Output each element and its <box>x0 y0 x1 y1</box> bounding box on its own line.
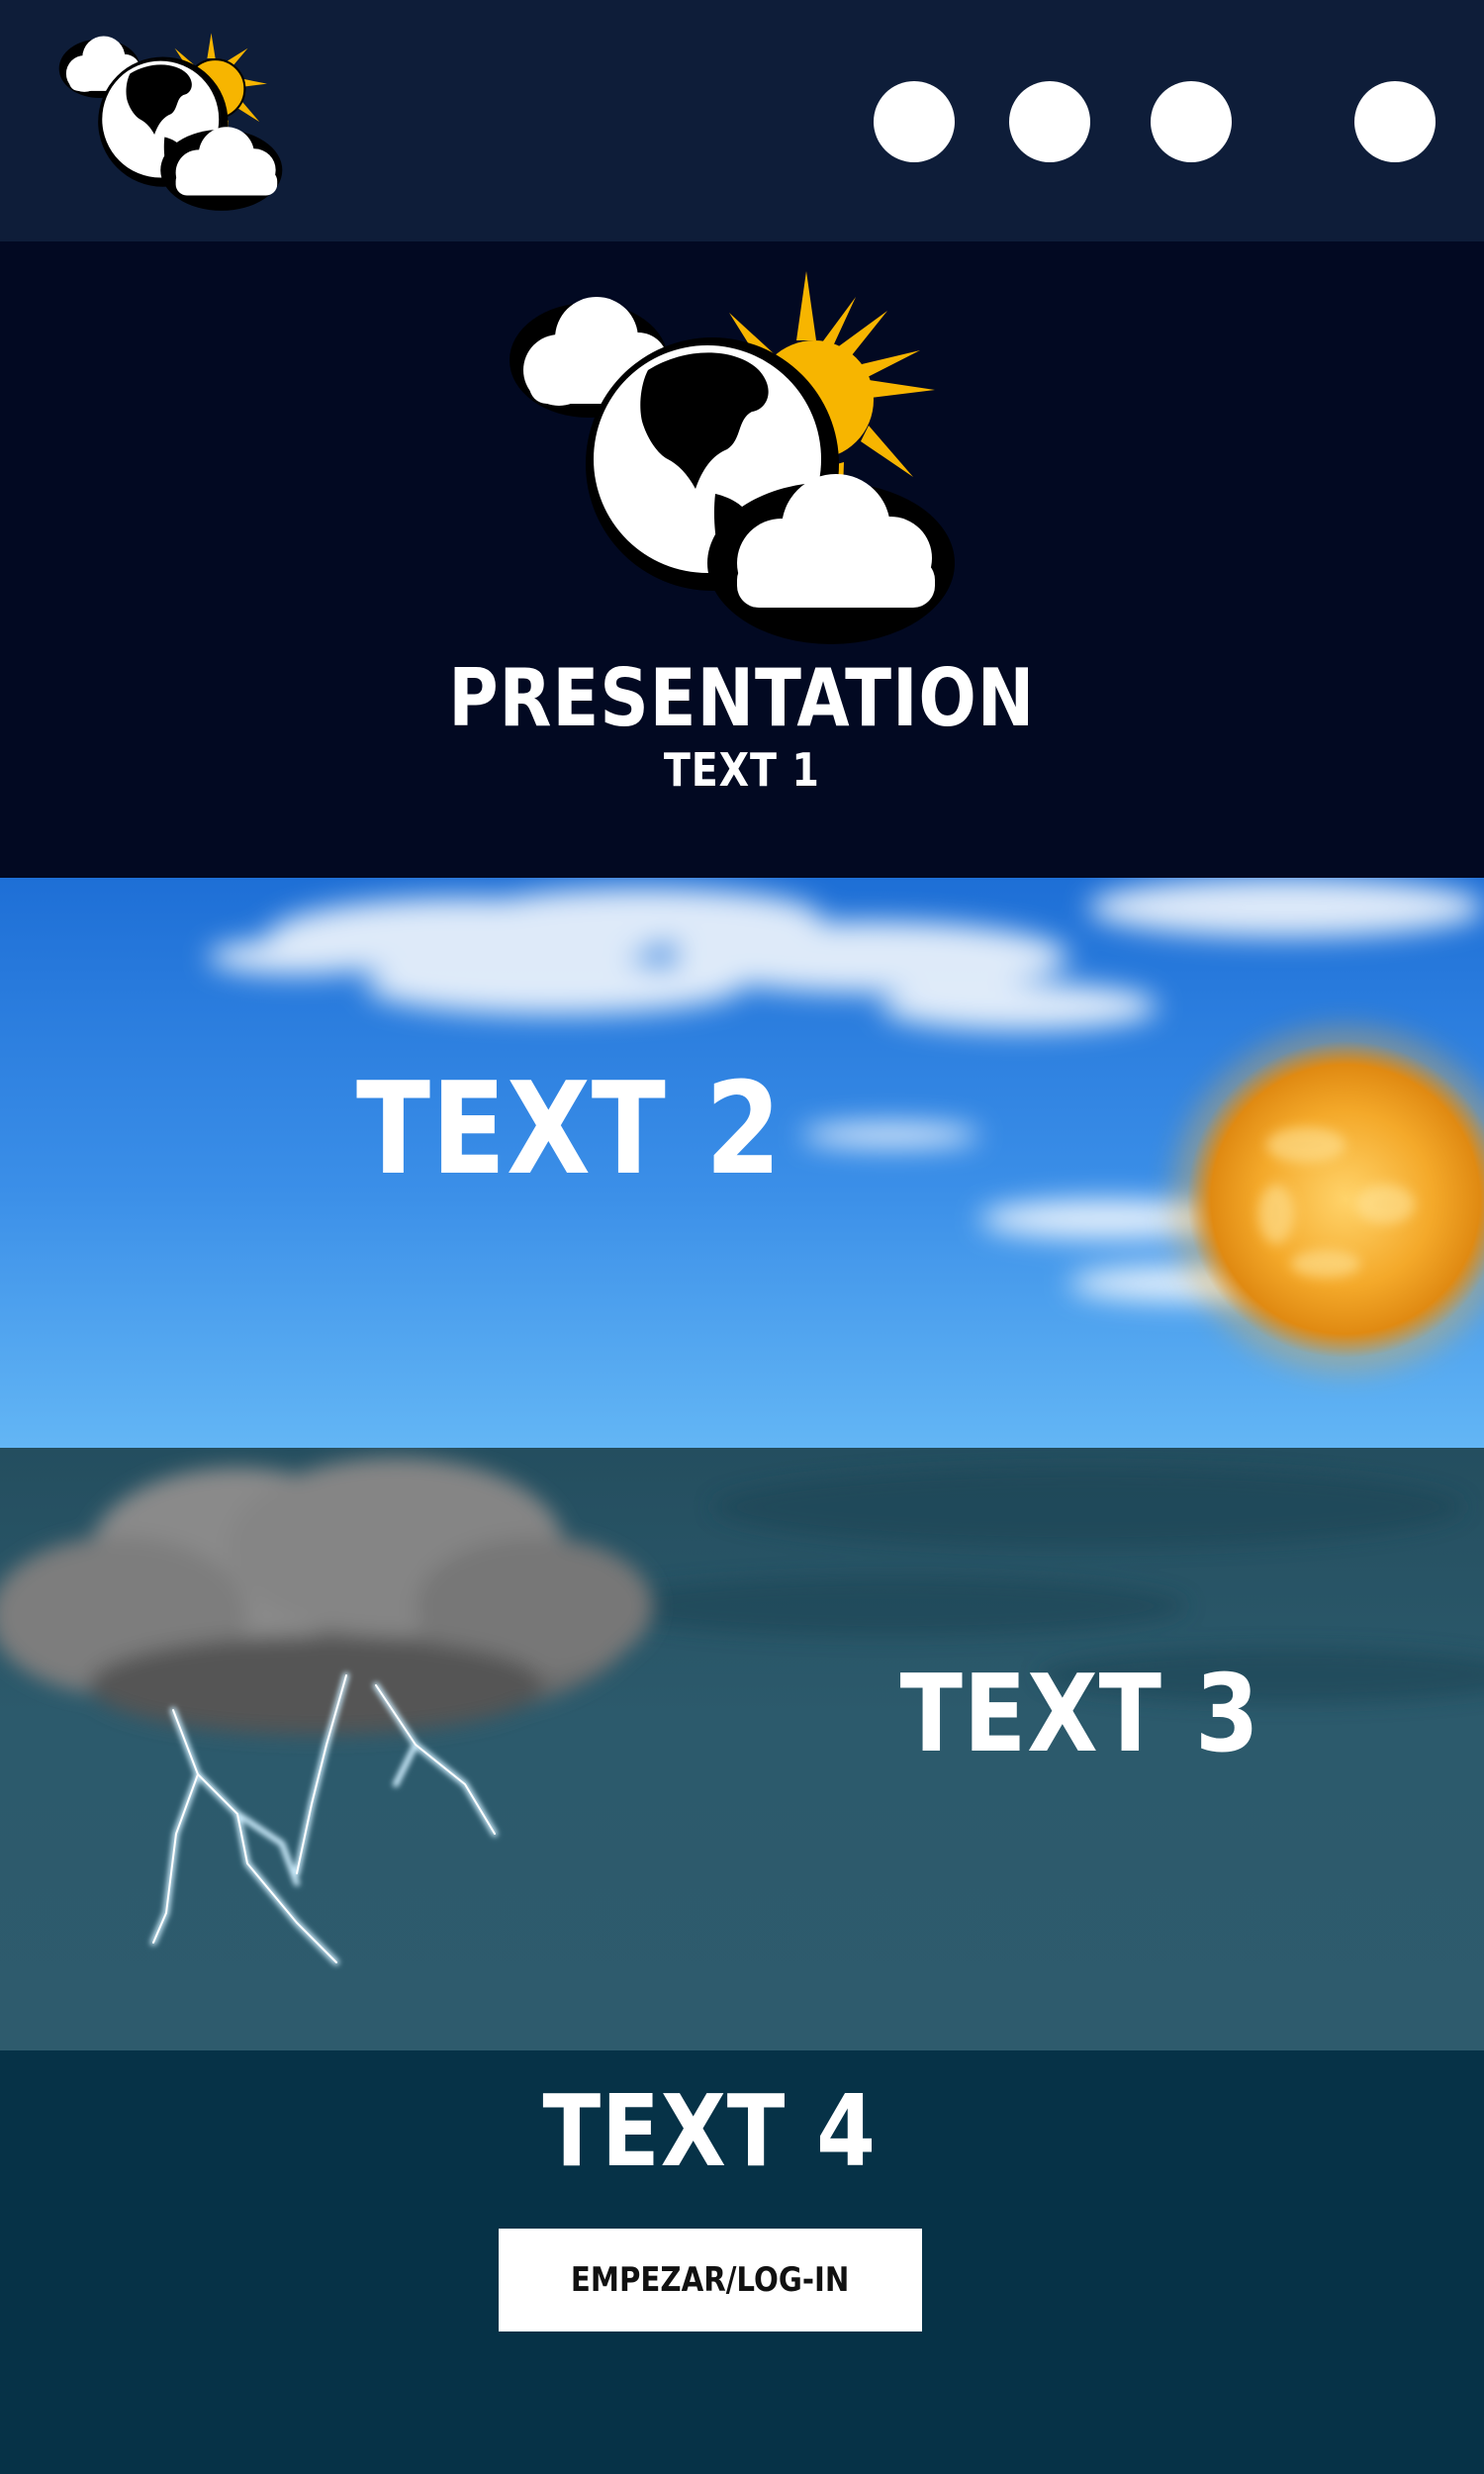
nav-dot-4[interactable] <box>1354 81 1436 162</box>
storm-section: TEXT 3 <box>0 1448 1484 2050</box>
sun-icon <box>1172 1026 1484 1373</box>
globe-sun-clouds-icon[interactable] <box>49 18 292 216</box>
nav-dot-2[interactable] <box>1009 81 1090 162</box>
start-login-button-label: EMPEZAR/LOG-IN <box>571 2260 850 2300</box>
sky-heading: TEXT 2 <box>356 1056 783 1203</box>
top-header <box>0 0 1484 241</box>
globe-sun-clouds-icon <box>510 271 955 644</box>
storm-heading: TEXT 3 <box>899 1653 1260 1776</box>
hero-subtitle: TEXT 1 <box>664 743 820 797</box>
start-login-button[interactable]: EMPEZAR/LOG-IN <box>499 2229 922 2331</box>
sky-section: TEXT 2 <box>0 878 1484 1448</box>
cta-section: TEXT 4 EMPEZAR/LOG-IN <box>0 2050 1484 2474</box>
page-title: PRESENTATION <box>448 652 1036 744</box>
hero-section: PRESENTATION TEXT 1 <box>0 241 1484 878</box>
nav-dot-3[interactable] <box>1151 81 1232 162</box>
cta-heading: TEXT 4 <box>542 2073 878 2189</box>
nav-dot-1[interactable] <box>874 81 955 162</box>
